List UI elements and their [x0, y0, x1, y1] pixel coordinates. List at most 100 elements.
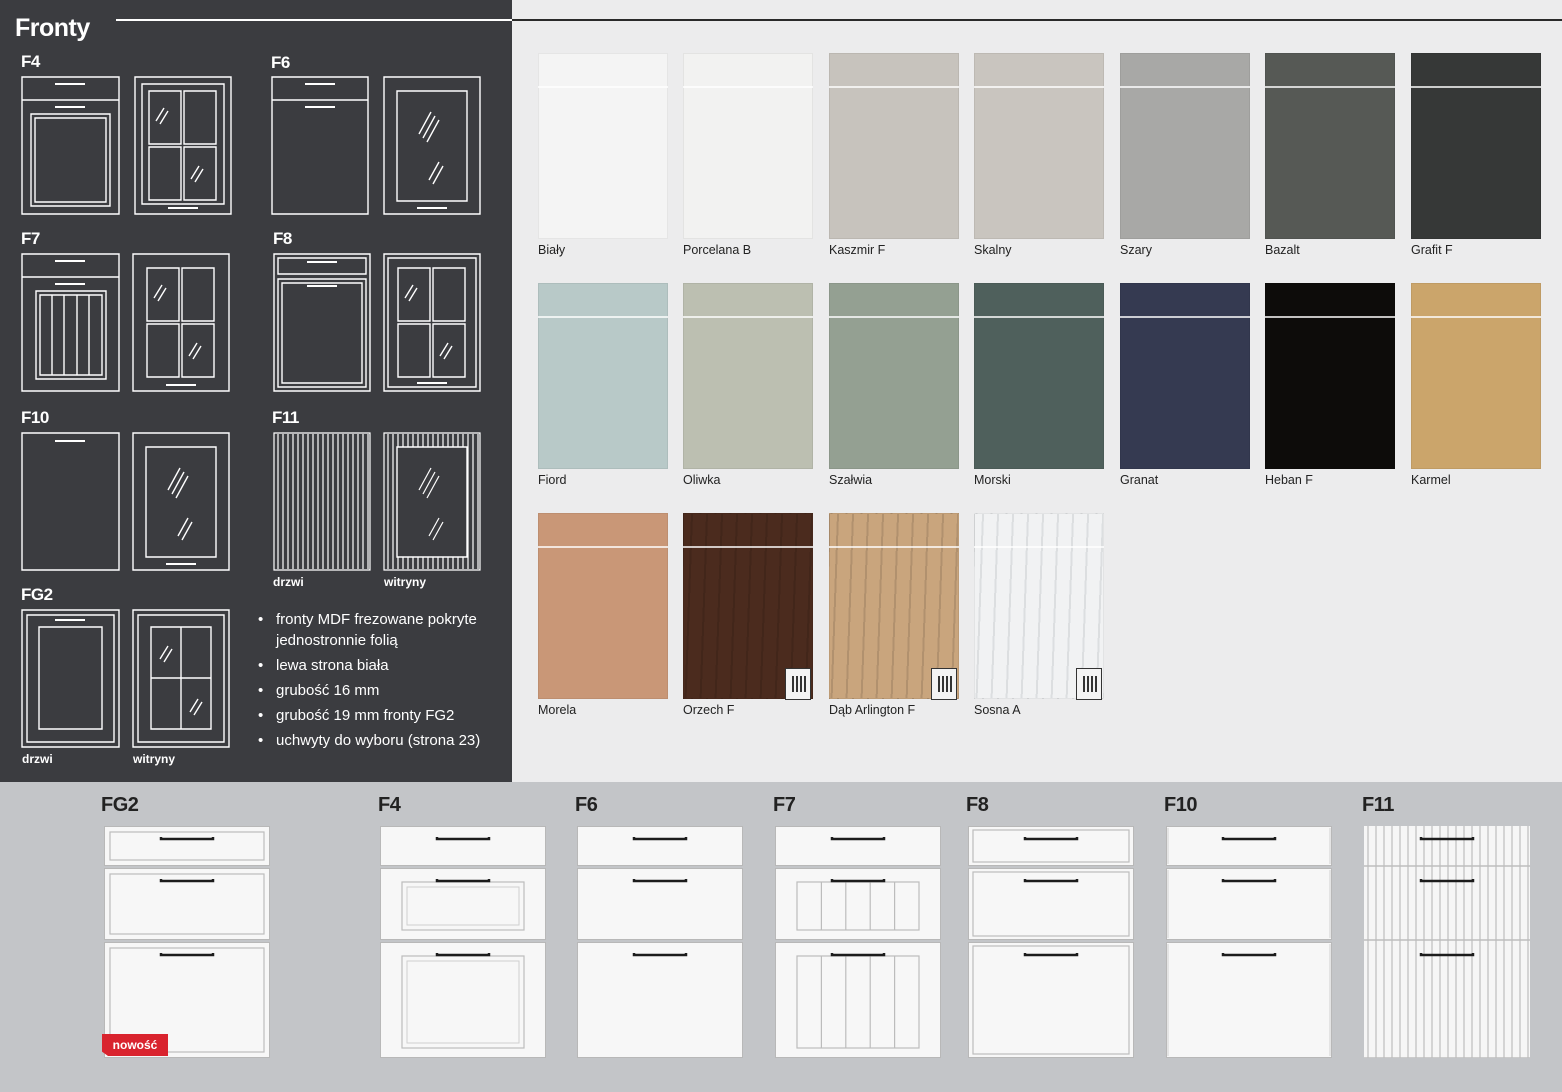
swatch-door-sample [829, 53, 959, 239]
swatch-door-sample [538, 53, 668, 239]
color-swatches-panel: Biały Porcelana B Kaszmir F Skalny Szary Baza… [512, 0, 1562, 782]
model-label-f10: F10 [21, 408, 49, 427]
swatch-label: Skalny [974, 243, 1012, 257]
color-swatch[interactable]: Sosna A [974, 513, 1104, 717]
model-label-f7: F7 [21, 229, 40, 248]
color-swatch[interactable]: Szałwia [829, 283, 959, 487]
new-badge: nowość [102, 1034, 168, 1056]
cabinet-f11 [1364, 826, 1530, 1058]
swatch-groove [974, 86, 1104, 88]
color-swatch[interactable]: Fiord [538, 283, 668, 487]
front-model-label: F6 [575, 794, 598, 816]
swatch-label: Grafit F [1411, 243, 1453, 257]
front-model-label: F11 [1362, 794, 1394, 816]
f8-showcase-drawing [383, 253, 481, 392]
color-swatch[interactable]: Skalny [974, 53, 1104, 257]
swatch-label: Bazalt [1265, 243, 1300, 257]
front-model-label: F4 [378, 794, 401, 816]
front-model-label: F8 [966, 794, 989, 816]
swatch-door-sample [1265, 53, 1395, 239]
cabinet-f10 [1166, 826, 1332, 1058]
swatch-label: Fiord [538, 473, 567, 487]
cabinet-fg2 [104, 826, 270, 1058]
wood-grain-icon [785, 668, 811, 700]
f6-door-drawing [271, 76, 369, 215]
f7-showcase-drawing [132, 253, 230, 392]
color-swatch[interactable]: Bazalt [1265, 53, 1395, 257]
model-label-f11: F11 [272, 408, 299, 427]
color-swatch[interactable]: Morski [974, 283, 1104, 487]
swatch-groove [683, 546, 813, 548]
swatch-label: Oliwka [683, 473, 721, 487]
fronts-schematic-panel: Fronty F4 F6 F7 F8 F10 F11 drzwi witryny… [0, 0, 512, 782]
swatch-label: Dąb Arlington F [829, 703, 916, 717]
f8-door-drawing [273, 253, 371, 392]
cabinet-f8 [968, 826, 1134, 1058]
swatch-label: Karmel [1411, 473, 1451, 487]
model-label-f8: F8 [273, 229, 292, 248]
spec-item: fronty MDF frezowane pokryte jednostronn… [258, 609, 508, 651]
front-model-label: F7 [773, 794, 796, 816]
swatch-door-sample [974, 283, 1104, 469]
swatch-groove [829, 546, 959, 548]
swatch-groove [683, 86, 813, 88]
front-models-strip: nowość FG2 F4 F6 F7 F8 F10 F11 [0, 782, 1562, 1092]
color-swatch[interactable]: Kaszmir F [829, 53, 959, 257]
swatch-door-sample [1411, 53, 1541, 239]
f11-door-drawing [273, 432, 371, 571]
fg2-showcases-label: witryny [133, 752, 176, 766]
model-label-f4: F4 [21, 52, 40, 71]
swatch-label: Szary [1120, 243, 1152, 257]
swatch-groove [538, 316, 668, 318]
spec-item: lewa strona biała [258, 655, 508, 676]
swatch-groove [1411, 86, 1541, 88]
swatch-groove [829, 316, 959, 318]
swatch-door-sample [538, 283, 668, 469]
wood-grain-icon [1076, 668, 1102, 700]
header-rule [512, 19, 1562, 21]
spec-item: grubość 19 mm fronty FG2 [258, 705, 508, 726]
color-swatch[interactable]: Karmel [1411, 283, 1541, 487]
f4-showcase-drawing [134, 76, 232, 215]
f10-door-drawing [21, 432, 120, 571]
spec-item: grubość 16 mm [258, 680, 508, 701]
front-model-label: F10 [1164, 794, 1197, 816]
model-label-f6: F6 [271, 53, 290, 72]
color-swatch[interactable]: Porcelana B [683, 53, 813, 257]
color-swatch[interactable]: Szary [1120, 53, 1250, 257]
color-swatch[interactable]: Biały [538, 53, 668, 257]
page-title: Fronty [15, 14, 90, 42]
swatch-door-sample [538, 513, 668, 699]
spec-item: uchwyty do wyboru (strona 23) [258, 730, 508, 751]
front-model-label: FG2 [101, 794, 139, 816]
swatch-door-sample [1411, 283, 1541, 469]
swatch-door-sample [683, 283, 813, 469]
color-swatch[interactable]: Grafit F [1411, 53, 1541, 257]
swatch-door-sample [974, 53, 1104, 239]
swatch-label: Biały [538, 243, 566, 257]
color-swatch[interactable]: Dąb Arlington F [829, 513, 959, 717]
model-label-fg2: FG2 [21, 585, 53, 604]
f10-showcase-drawing [132, 432, 230, 571]
color-swatch[interactable]: Granat [1120, 283, 1250, 487]
swatch-label: Granat [1120, 473, 1159, 487]
fg2-showcase-drawing [132, 609, 230, 748]
swatch-groove [974, 316, 1104, 318]
fg2-doors-label: drzwi [22, 752, 53, 766]
swatch-label: Kaszmir F [829, 243, 886, 257]
wood-grain-icon [931, 668, 957, 700]
cabinet-f7 [775, 826, 941, 1058]
cabinet-f4 [380, 826, 546, 1058]
swatch-groove [829, 86, 959, 88]
swatch-label: Szałwia [829, 473, 873, 487]
title-rule [116, 19, 512, 21]
swatch-label: Heban F [1265, 473, 1313, 487]
swatch-label: Morela [538, 703, 577, 717]
color-swatch[interactable]: Morela [538, 513, 668, 717]
swatch-label: Morski [974, 473, 1011, 487]
fg2-door-drawing [21, 609, 120, 748]
color-swatch[interactable]: Oliwka [683, 283, 813, 487]
color-swatch[interactable]: Heban F [1265, 283, 1395, 487]
swatch-groove [1265, 316, 1395, 318]
color-swatch[interactable]: Orzech F [683, 513, 813, 717]
